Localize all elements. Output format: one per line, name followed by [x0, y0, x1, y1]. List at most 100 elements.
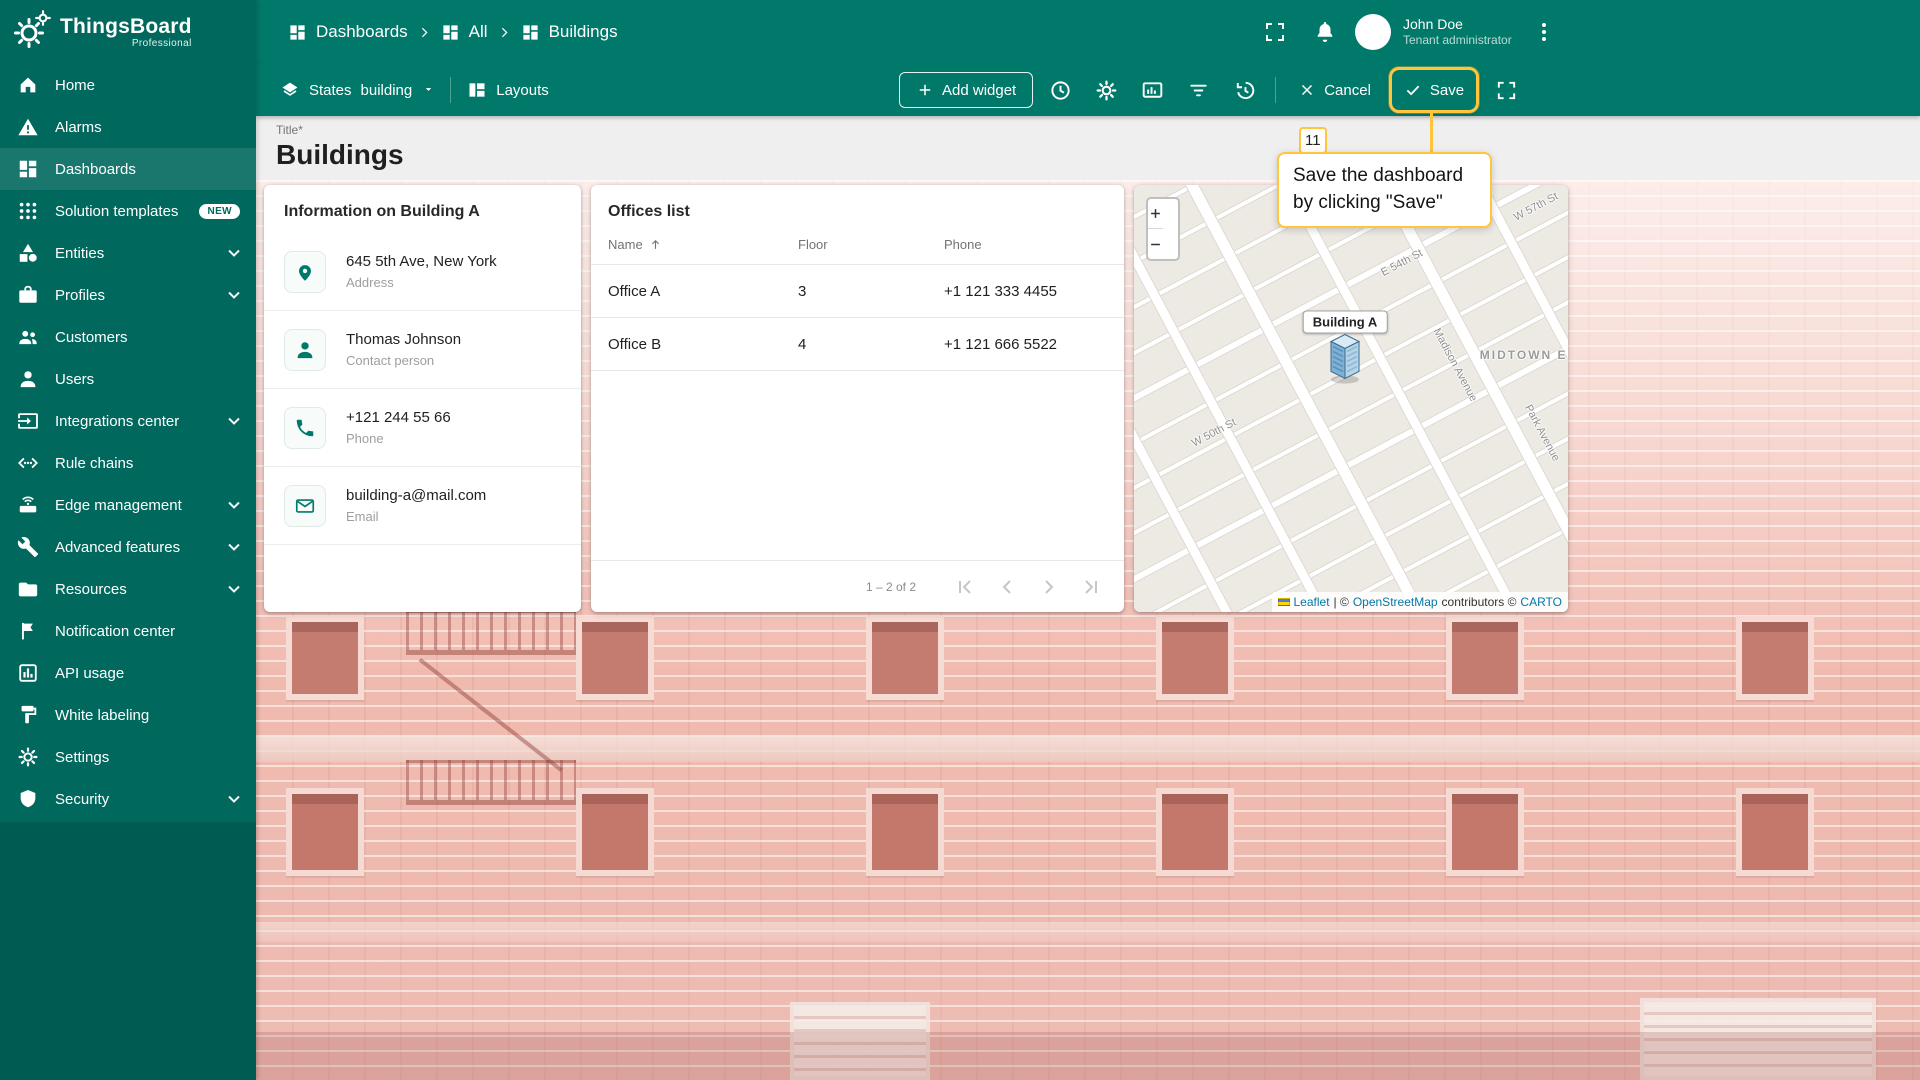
first-page-button[interactable] [944, 566, 986, 608]
time-window-button[interactable] [1041, 71, 1079, 109]
close-icon [1298, 81, 1316, 99]
info-value: building-a@mail.com [346, 487, 487, 504]
photo-window [1736, 788, 1814, 876]
version-history-button[interactable] [1225, 71, 1263, 109]
photo-window [576, 616, 654, 700]
widget-building-info[interactable]: Information on Building A 645 5th Ave, N… [264, 185, 581, 612]
sidebar-item-api-usage[interactable]: API usage [0, 652, 256, 694]
cell-name: Office B [608, 335, 662, 353]
avatar[interactable] [1355, 14, 1391, 50]
fullscreen-button[interactable] [1255, 12, 1295, 52]
sidebar-item-settings[interactable]: Settings [0, 736, 256, 778]
user-name: John Doe [1403, 16, 1463, 33]
sidebar-item-white-labeling[interactable]: White labeling [0, 694, 256, 736]
cell-name: Office A [608, 282, 661, 300]
sidebar-item-rule-chains[interactable]: Rule chains [0, 442, 256, 484]
last-page-icon [1079, 575, 1103, 599]
chevron-left-icon [995, 575, 1019, 599]
info-item-phone: +121 244 55 66 Phone [264, 389, 581, 467]
sidebar-item-alarms[interactable]: Alarms [0, 106, 256, 148]
kebab-icon [1532, 20, 1556, 44]
dashboards-icon [441, 23, 460, 42]
table-row[interactable]: Office B 4 +1 121 666 5522 [591, 318, 1124, 371]
chevron-down-icon [228, 543, 240, 551]
check-icon [1404, 81, 1422, 99]
sidebar-item-edge-management[interactable]: Edge management [0, 484, 256, 526]
save-button-highlight-ring: Save [1388, 67, 1480, 113]
column-phone[interactable]: Phone [944, 237, 1107, 252]
sidebar-item-advanced-features[interactable]: Advanced features [0, 526, 256, 568]
widget-offices-list[interactable]: Offices list Name Floor Phone Office A 3… [591, 185, 1124, 612]
photo-fire-escape [406, 760, 576, 800]
sidebar-item-users[interactable]: Users [0, 358, 256, 400]
brand-subtitle: Professional [131, 38, 192, 50]
sidebar-item-profiles[interactable]: Profiles [0, 274, 256, 316]
expand-dashboard-button[interactable] [1487, 71, 1525, 109]
breadcrumb-buildings[interactable]: Buildings [521, 22, 618, 42]
chevron-down-icon [228, 417, 240, 425]
sort-ascending-icon [648, 237, 663, 252]
sidebar-item-resources[interactable]: Resources [0, 568, 256, 610]
photo-detail [256, 736, 1920, 762]
map-canvas[interactable]: E 54th St W 57th St W 50th St Madison Av… [1134, 185, 1568, 612]
sidebar-item-dashboards[interactable]: Dashboards [0, 148, 256, 190]
column-floor[interactable]: Floor [798, 237, 944, 252]
sidebar-item-home[interactable]: Home [0, 64, 256, 106]
chevron-down-icon [228, 585, 240, 593]
warning-icon [16, 116, 40, 138]
breadcrumb-all[interactable]: All [441, 22, 488, 42]
more-menu-button[interactable] [1524, 12, 1564, 52]
widget-map[interactable]: E 54th St W 57th St W 50th St Madison Av… [1134, 185, 1568, 612]
sidebar-item-notification-center[interactable]: Notification center [0, 610, 256, 652]
carto-link[interactable]: CARTO [1520, 595, 1562, 609]
location-pin-icon [284, 250, 326, 293]
entity-aliases-button[interactable] [1133, 71, 1171, 109]
widget-title: Offices list [608, 203, 690, 220]
plus-icon [916, 81, 934, 99]
table-row[interactable]: Office A 3 +1 121 333 4455 [591, 265, 1124, 318]
layouts-button[interactable]: Layouts [467, 80, 549, 100]
states-selector[interactable]: States building [280, 80, 434, 100]
photo-window [866, 616, 944, 700]
states-label: States [309, 81, 352, 99]
sidebar-item-integrations-center[interactable]: Integrations center [0, 400, 256, 442]
user-info[interactable]: John Doe Tenant administrator [1403, 15, 1512, 49]
info-label: Phone [346, 431, 384, 446]
last-page-button[interactable] [1070, 566, 1112, 608]
chevron-down-icon [228, 291, 240, 299]
bar-chart-icon [16, 662, 40, 684]
info-item-address: 645 5th Ave, New York Address [264, 233, 581, 311]
save-button[interactable]: Save [1394, 72, 1474, 108]
openstreetmap-link[interactable]: OpenStreetMap [1353, 595, 1438, 609]
email-icon [284, 484, 326, 527]
info-label: Address [346, 275, 394, 290]
input-icon [16, 410, 40, 432]
sidebar-item-entities[interactable]: Entities [0, 232, 256, 274]
minus-icon [1148, 237, 1163, 252]
sidebar-item-security[interactable]: Security [0, 778, 256, 820]
page-title[interactable]: Buildings [276, 139, 404, 171]
app-logo[interactable]: ThingsBoard Professional [0, 0, 256, 64]
breadcrumb-dashboards[interactable]: Dashboards [288, 22, 408, 42]
building-marker-icon[interactable] [1323, 333, 1367, 390]
shield-icon [16, 788, 40, 810]
gear-icon [16, 746, 40, 768]
sidebar-item-solution-templates[interactable]: Solution templates NEW [0, 190, 256, 232]
dashboard-title-bar: Title* Buildings [256, 116, 1920, 180]
leaflet-link[interactable]: Leaflet [1294, 595, 1330, 609]
cell-floor: 3 [798, 282, 807, 300]
sidebar-item-customers[interactable]: Customers [0, 316, 256, 358]
zoom-out-button[interactable] [1148, 229, 1163, 259]
cancel-button[interactable]: Cancel [1288, 72, 1381, 108]
dashboard-settings-button[interactable] [1087, 71, 1125, 109]
filters-button[interactable] [1179, 71, 1217, 109]
map-marker-label[interactable]: Building A [1302, 310, 1388, 334]
phone-icon [284, 406, 326, 449]
attribution-text: | © [1333, 595, 1349, 609]
add-widget-button[interactable]: Add widget [899, 72, 1034, 108]
zoom-in-button[interactable] [1148, 199, 1163, 229]
previous-page-button[interactable] [986, 566, 1028, 608]
notifications-button[interactable] [1305, 12, 1345, 52]
next-page-button[interactable] [1028, 566, 1070, 608]
column-name[interactable]: Name [608, 237, 798, 252]
